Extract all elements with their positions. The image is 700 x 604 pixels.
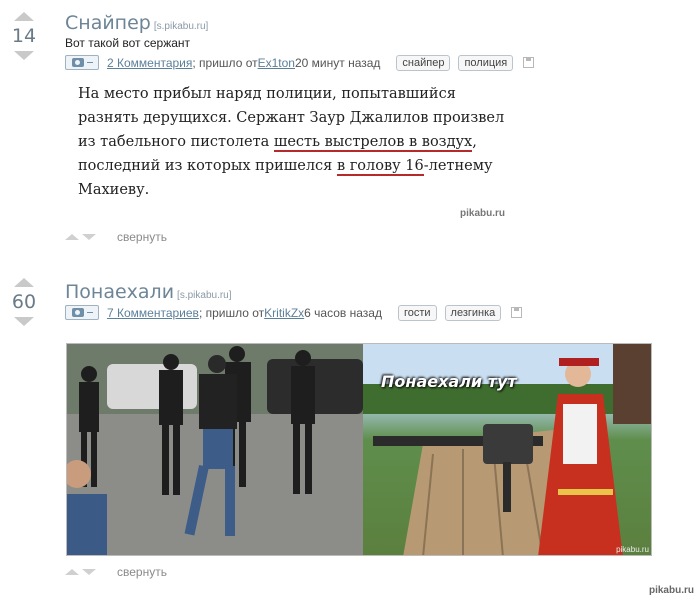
image-caption: Понаехали тут: [381, 372, 517, 391]
post-ponaehali: 60 Понаехали [s.pikabu.ru] 7 Комментариев…: [0, 0, 700, 579]
post-time: 6 часов назад: [304, 305, 382, 320]
image-panel-dancers: [67, 344, 363, 555]
collapse-link[interactable]: свернуть: [117, 565, 167, 579]
tag-gosti[interactable]: гости: [397, 304, 437, 321]
meta-from-text: ; пришло от: [198, 305, 265, 320]
author-link[interactable]: KritikZx: [264, 306, 304, 320]
footer-watermark: pikabu.ru: [648, 585, 694, 596]
comments-link[interactable]: 7 Комментариев: [107, 306, 199, 320]
post-image[interactable]: Понаехали тут pikabu.ru: [66, 343, 652, 556]
tag-lezginka[interactable]: лезгинка: [444, 304, 502, 321]
post-title[interactable]: Понаехали: [65, 281, 174, 303]
dancers-illustration: [67, 344, 363, 555]
image-panel-machinegun: Понаехали тут pikabu.ru: [363, 344, 651, 555]
collapse-row: свернуть: [65, 565, 167, 579]
minus-icon: [86, 312, 93, 313]
image-toggle-button[interactable]: [65, 305, 99, 320]
post-source[interactable]: [s.pikabu.ru]: [177, 290, 231, 301]
post-rating: 60: [11, 291, 37, 313]
vote-block: 60: [10, 278, 38, 326]
downvote-arrow-icon[interactable]: [14, 317, 34, 326]
camera-icon: [71, 308, 84, 317]
post-title-line: Понаехали [s.pikabu.ru]: [65, 281, 232, 303]
image-watermark: pikabu.ru: [616, 545, 649, 554]
mini-upvote-icon[interactable]: [65, 569, 79, 575]
upvote-arrow-icon[interactable]: [14, 278, 34, 287]
mini-downvote-icon[interactable]: [82, 569, 96, 575]
post-meta: 7 Комментариев ; пришло от KritikZx 6 ча…: [65, 304, 523, 321]
save-floppy-icon[interactable]: [511, 307, 523, 318]
